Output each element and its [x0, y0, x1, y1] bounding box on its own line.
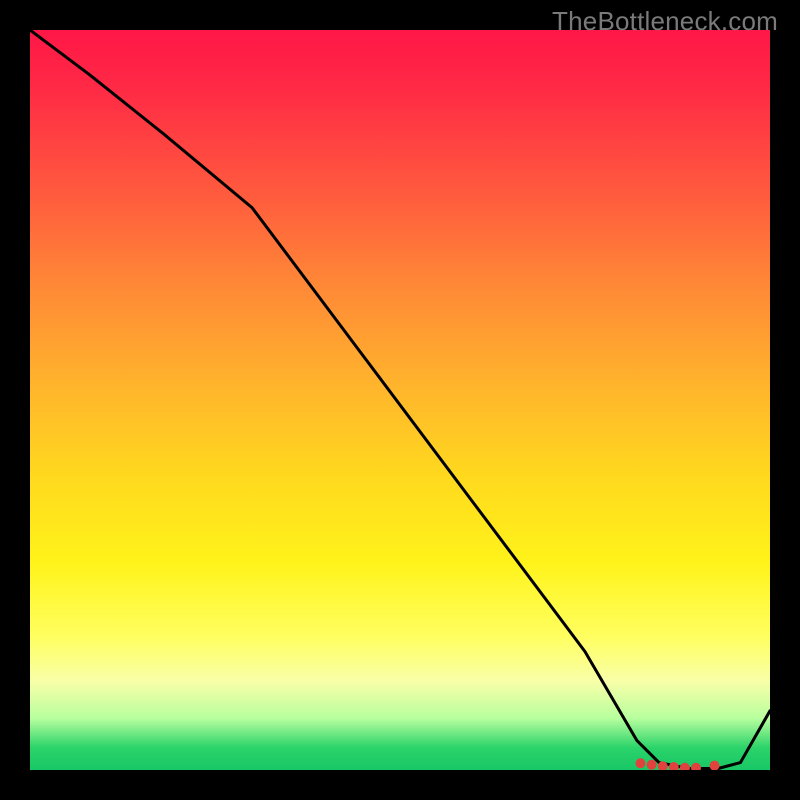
watermark-text: TheBottleneck.com [552, 6, 778, 37]
frame-border [0, 0, 30, 800]
chart-frame: TheBottleneck.com [0, 0, 800, 800]
frame-border [0, 770, 800, 800]
plot-area [30, 30, 770, 770]
frame-border [770, 0, 800, 800]
